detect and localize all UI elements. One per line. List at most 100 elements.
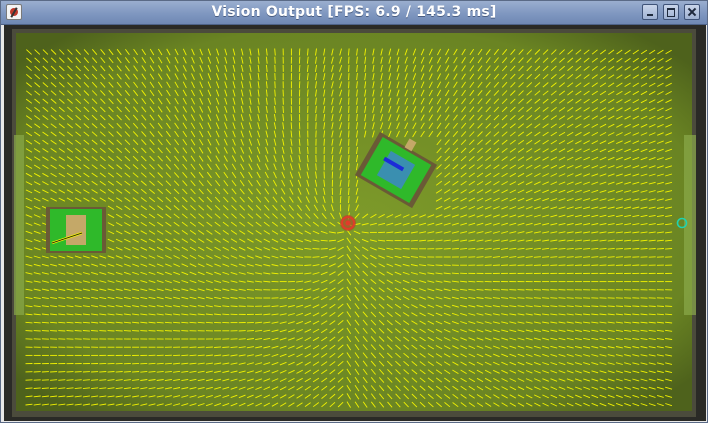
vector-arrow: [50, 387, 58, 389]
maximize-icon[interactable]: [663, 4, 679, 20]
vector-arrow: [107, 371, 115, 373]
vector-arrow: [591, 305, 599, 307]
vector-arrow: [66, 379, 74, 381]
vector-arrow: [66, 330, 74, 332]
vector-arrow: [648, 305, 656, 307]
vector-arrow: [74, 330, 82, 332]
vector-arrow: [348, 155, 350, 163]
vector-arrow: [189, 321, 197, 324]
vector-arrow: [665, 313, 673, 316]
vector-arrow: [307, 48, 309, 56]
vector-arrow: [246, 297, 254, 299]
vector-arrow: [290, 122, 293, 130]
vector-arrow: [648, 248, 656, 250]
vector-arrow: [287, 264, 295, 266]
vector-arrow: [517, 297, 525, 299]
vector-arrow: [99, 379, 107, 381]
left-robot: [46, 207, 106, 253]
ball-marker: [340, 215, 356, 231]
vector-arrow: [558, 297, 566, 299]
vector-arrow: [348, 171, 350, 179]
vector-arrow: [197, 354, 205, 357]
vector-arrow: [607, 256, 615, 258]
left-goal: [14, 135, 24, 315]
vector-arrow: [339, 196, 342, 204]
vector-arrow: [82, 330, 90, 332]
vector-arrow: [274, 89, 276, 97]
vector-arrow: [348, 179, 350, 187]
vector-arrow: [451, 272, 459, 275]
vector-arrow: [410, 239, 418, 242]
vector-arrow: [99, 371, 107, 373]
vector-arrow: [312, 256, 320, 258]
vector-arrow: [656, 313, 664, 316]
vector-arrow: [58, 379, 66, 381]
vector-arrow: [484, 256, 492, 258]
vector-arrow: [156, 321, 164, 324]
vector-arrow: [66, 321, 74, 324]
vector-arrow: [91, 379, 99, 381]
vector-arrow: [274, 48, 276, 56]
vector-arrow: [542, 297, 550, 299]
vector-arrow: [156, 362, 164, 365]
vector-arrow: [173, 321, 181, 324]
vector-arrow: [348, 48, 350, 56]
vector-arrow: [348, 196, 350, 204]
vector-arrow: [255, 289, 263, 291]
vector-arrow: [164, 362, 172, 365]
vector-arrow: [323, 138, 325, 146]
vector-arrow: [648, 313, 656, 316]
vector-arrow: [181, 354, 189, 357]
vector-arrow: [205, 321, 213, 324]
vector-arrow: [164, 321, 172, 324]
vector-arrow: [41, 321, 49, 324]
vector-arrow: [222, 313, 230, 316]
vector-arrow: [50, 321, 58, 324]
vector-arrow: [214, 346, 222, 348]
vector-arrow: [33, 321, 41, 324]
vector-arrow: [558, 256, 566, 258]
vector-arrow: [74, 321, 82, 324]
vector-arrow: [566, 256, 574, 258]
vector-arrow: [640, 248, 648, 250]
vector-arrow: [315, 163, 317, 171]
vector-arrow: [574, 256, 582, 258]
vision-output-window: Vision Output [FPS: 6.9 / 145.3 ms]: [0, 0, 708, 423]
vector-arrow: [82, 321, 90, 324]
vector-arrow: [307, 89, 309, 97]
vector-arrow: [58, 321, 66, 324]
close-icon[interactable]: [684, 4, 700, 20]
vector-arrow: [91, 330, 99, 332]
vision-canvas: [4, 25, 706, 421]
vector-arrow: [665, 248, 673, 250]
vector-arrow: [656, 248, 664, 250]
vector-arrow: [640, 305, 648, 307]
vector-arrow: [484, 289, 492, 291]
vector-arrow: [419, 256, 427, 258]
vector-arrow: [550, 256, 558, 258]
vector-arrow: [25, 387, 33, 389]
vector-arrow: [304, 264, 312, 266]
vector-arrow: [320, 248, 328, 250]
vector-arrow: [607, 305, 615, 307]
vector-arrow: [624, 305, 632, 307]
vector-arrow: [290, 114, 293, 122]
vector-arrow: [148, 362, 156, 365]
vector-arrow: [246, 330, 254, 332]
vector-arrow: [550, 297, 558, 299]
title-bar[interactable]: Vision Output [FPS: 6.9 / 145.3 ms]: [1, 1, 707, 25]
vector-arrow: [624, 248, 632, 250]
minimize-icon[interactable]: [642, 4, 658, 20]
vector-arrow: [307, 81, 309, 89]
vector-arrow: [656, 305, 664, 307]
vector-arrow: [476, 256, 484, 258]
vector-arrow: [181, 321, 189, 324]
vector-arrow: [599, 256, 607, 258]
vector-arrow: [566, 297, 574, 299]
vector-arrow: [320, 239, 328, 242]
vector-arrow: [443, 248, 451, 250]
vector-arrow: [435, 264, 443, 266]
vector-arrow: [348, 187, 350, 195]
vector-arrow: [599, 305, 607, 307]
vector-arrow: [525, 297, 533, 299]
